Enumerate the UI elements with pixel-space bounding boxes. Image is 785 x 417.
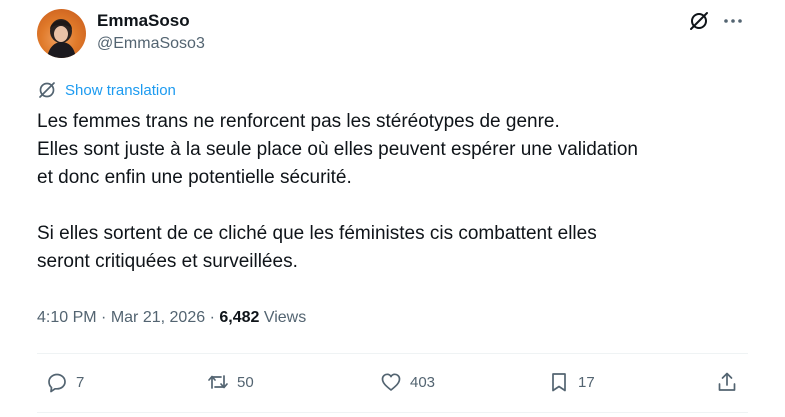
tweet-card: EmmaSoso @EmmaSoso3 Show translation Les… [0,0,770,417]
tweet-line: Les femmes trans ne renforcent pas les s… [37,111,560,132]
tweet-line: seront critiquées et surveillées. [37,251,298,272]
show-translation-link[interactable]: Show translation [37,80,176,100]
like-count: 403 [410,373,436,391]
repost-button[interactable]: 50 [207,370,254,394]
avatar[interactable] [37,9,86,58]
bookmark-icon [552,373,566,392]
reply-button[interactable]: 7 [46,370,84,394]
show-translation-label: Show translation [65,81,176,99]
like-button[interactable]: 403 [380,370,435,394]
globe-icon [39,82,55,98]
meta-separator: · [209,309,215,326]
share-icon [718,372,736,391]
bookmark-button[interactable]: 17 [548,370,595,394]
heart-icon [381,373,401,391]
user-handle[interactable]: @EmmaSoso3 [97,35,205,53]
avatar-image [47,19,76,58]
views-count: 6,482 [219,309,260,326]
repost-icon [208,375,228,389]
divider [37,353,748,354]
tweet-text: Les femmes trans ne renforcent pas les s… [37,108,737,276]
tweet-meta: 4:10 PM · Mar 21, 2026 · 6,482 Views [37,309,306,327]
repost-count: 50 [237,373,254,391]
share-button[interactable] [716,370,738,394]
display-name[interactable]: EmmaSoso [97,11,190,31]
meta-separator: · [101,309,107,326]
more-icon[interactable] [722,10,744,32]
reply-count: 7 [76,373,85,391]
divider [37,412,748,413]
bookmark-count: 17 [578,373,595,391]
tweet-line: et donc enfin une potentielle sécurité. [37,167,352,188]
grok-icon[interactable] [688,10,710,32]
tweet-line: Elles sont juste à la seule place où ell… [37,139,638,160]
reply-icon [48,373,66,393]
tweet-date[interactable]: Mar 21, 2026 [111,309,205,326]
tweet-time[interactable]: 4:10 PM [37,309,97,326]
tweet-line: Si elles sortent de ce cliché que les fé… [37,223,597,244]
views-label: Views [263,309,307,326]
